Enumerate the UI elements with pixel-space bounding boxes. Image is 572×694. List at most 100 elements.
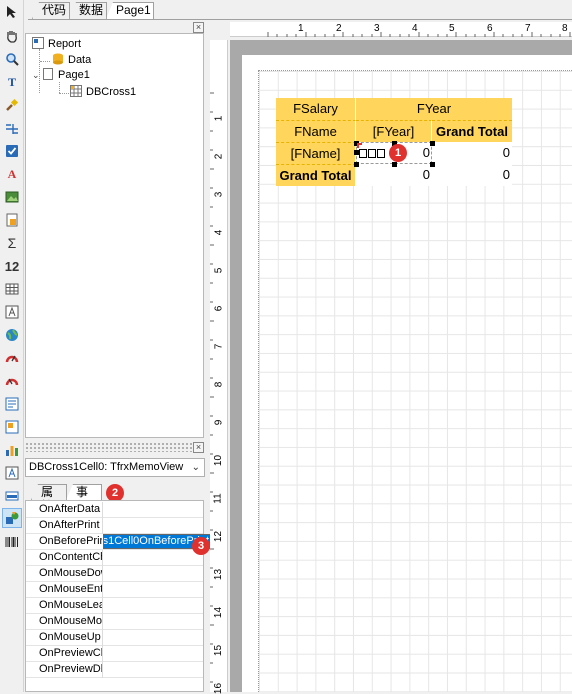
event-row[interactable]: OnPreviewDblClick (26, 662, 203, 678)
column-divider (102, 566, 103, 582)
tree-label: DBCross1 (86, 86, 137, 98)
crosstab-column-total-value[interactable]: 0 (432, 142, 512, 164)
hand-icon[interactable] (3, 27, 21, 45)
table-icon[interactable] (3, 280, 21, 298)
ruler-label: 1 (298, 23, 304, 34)
resize-handle[interactable] (430, 162, 435, 167)
event-row[interactable]: OnPreviewClick (26, 646, 203, 662)
sum-icon[interactable]: Σ (3, 234, 21, 252)
rich-text-icon[interactable] (3, 395, 21, 413)
crosstab-row-field[interactable]: [FName] (276, 142, 356, 164)
panel-splitter[interactable] (25, 442, 204, 452)
memo-text-icon[interactable] (3, 464, 21, 482)
event-row[interactable]: OnMouseEnter (26, 582, 203, 598)
ruler-label: 13 (213, 568, 225, 581)
line-tool-icon[interactable] (3, 487, 21, 505)
object-selector[interactable]: DBCross1Cell0: TfrxMemoView ⌄ (25, 458, 205, 477)
zoom-icon[interactable] (3, 50, 21, 68)
tab-page1[interactable]: Page1 (106, 2, 154, 19)
crosstab-row-total[interactable]: Grand Total (276, 164, 356, 186)
crosstab-grand-total-value[interactable]: 0 (432, 164, 512, 186)
barcode-icon[interactable] (3, 533, 21, 551)
ruler-label: 10 (213, 454, 225, 467)
column-divider (102, 550, 103, 566)
checkbox-tool-icon[interactable] (3, 142, 21, 160)
ole-object-icon[interactable] (3, 418, 21, 436)
ruler-label: 5 (449, 23, 455, 34)
event-row[interactable]: OnMouseUp (26, 630, 203, 646)
event-row[interactable]: OnContentChanged (26, 550, 203, 566)
crosstab-column-field[interactable]: [FYear] (356, 120, 432, 142)
crosstab-column-header[interactable]: FYear (356, 98, 512, 120)
placeholder-box (377, 149, 385, 158)
crosstab-corner[interactable]: FSalary (276, 98, 356, 120)
chevron-down-icon[interactable]: ⌄ (32, 68, 42, 83)
subreport-icon[interactable] (3, 211, 21, 229)
database-icon (52, 53, 64, 65)
crosstab-column-total[interactable]: Grand Total (432, 120, 512, 142)
tab-data[interactable]: 数据 (69, 2, 107, 19)
ruler-label: 1 (213, 115, 225, 122)
picture-icon[interactable] (3, 188, 21, 206)
tree-node-dbcross1[interactable]: DBCross1 (70, 85, 136, 100)
ruler-label: 8 (213, 381, 225, 388)
horizontal-ruler: 1 2 3 4 5 6 7 8 (230, 22, 572, 37)
chart-icon[interactable] (3, 441, 21, 459)
event-name: OnPreviewDblClick (39, 663, 102, 675)
event-row[interactable]: OnMouseLeave (26, 598, 203, 614)
event-name: OnMouseDown (39, 567, 102, 579)
resize-handle[interactable] (354, 162, 359, 167)
ruler-label: 8 (562, 23, 568, 34)
ruler-label: 3 (374, 23, 380, 34)
ruler-label: 15 (213, 644, 225, 657)
tab-events[interactable]: 事件 (66, 484, 102, 500)
band-icon[interactable] (3, 119, 21, 137)
ruler-label: 14 (213, 606, 225, 619)
tab-properties[interactable]: 属性 (31, 484, 67, 500)
tab-code[interactable]: 代码 (32, 2, 70, 19)
ruler-label: 2 (213, 153, 225, 160)
ruler-label: 7 (525, 23, 531, 34)
gauge-alt-icon[interactable] (3, 372, 21, 390)
event-row[interactable]: OnAfterPrint (26, 518, 203, 534)
text-object-icon[interactable]: A (3, 165, 21, 183)
page-icon (42, 68, 54, 80)
ruler-label: 11 (212, 493, 224, 504)
tree-close-icon[interactable]: × (193, 22, 204, 33)
event-row[interactable]: OnMouseDown (26, 566, 203, 582)
tree-label: Report (48, 38, 82, 50)
event-row[interactable]: OnMouseMove (26, 614, 203, 630)
tree-node-page1[interactable]: ⌄ Page1 (32, 68, 90, 83)
shape-text-icon[interactable] (3, 303, 21, 321)
column-divider (102, 646, 103, 662)
barcode-number-icon[interactable]: 12 (3, 257, 21, 275)
ruler-label: 4 (213, 229, 225, 236)
crosstab-row-header[interactable]: FName (276, 120, 356, 142)
text-tool-icon[interactable]: T (3, 73, 21, 91)
tree-node-report[interactable]: Report (32, 37, 81, 52)
event-row-selected[interactable]: OnBeforePrint DBCross1Cell0OnBeforePrint… (26, 534, 220, 550)
ruler-label: 4 (412, 23, 418, 34)
event-name: OnAfterPrint (39, 519, 100, 531)
resize-handle[interactable] (392, 162, 397, 167)
crosstab-row-total-value[interactable]: 0 (356, 164, 432, 186)
resize-handle[interactable] (430, 141, 435, 146)
map-globe-icon[interactable] (3, 326, 21, 344)
object-selector-value: DBCross1Cell0: TfrxMemoView (29, 461, 184, 473)
ruler-label: 16 (213, 682, 225, 694)
tab-baseline (28, 19, 572, 20)
report-icon (32, 37, 44, 49)
event-name: OnBeforePrint (39, 535, 102, 547)
event-row[interactable]: OnAfterData (26, 502, 203, 518)
column-divider (102, 614, 103, 630)
ruler-label: 2 (336, 23, 342, 34)
inline-placeholder-boxes (359, 149, 386, 158)
more-objects-icon[interactable] (2, 508, 22, 528)
tree-node-data[interactable]: Data (52, 53, 91, 68)
gauge-icon[interactable] (3, 349, 21, 367)
vertical-ruler: 1 2 3 4 5 6 7 8 9 10 11 12 13 14 15 16 (210, 40, 228, 694)
placeholder-box (368, 149, 376, 158)
format-brush-icon[interactable] (3, 96, 21, 114)
inspector-close-icon[interactable]: × (193, 442, 204, 453)
select-arrow-icon[interactable] (3, 3, 21, 21)
